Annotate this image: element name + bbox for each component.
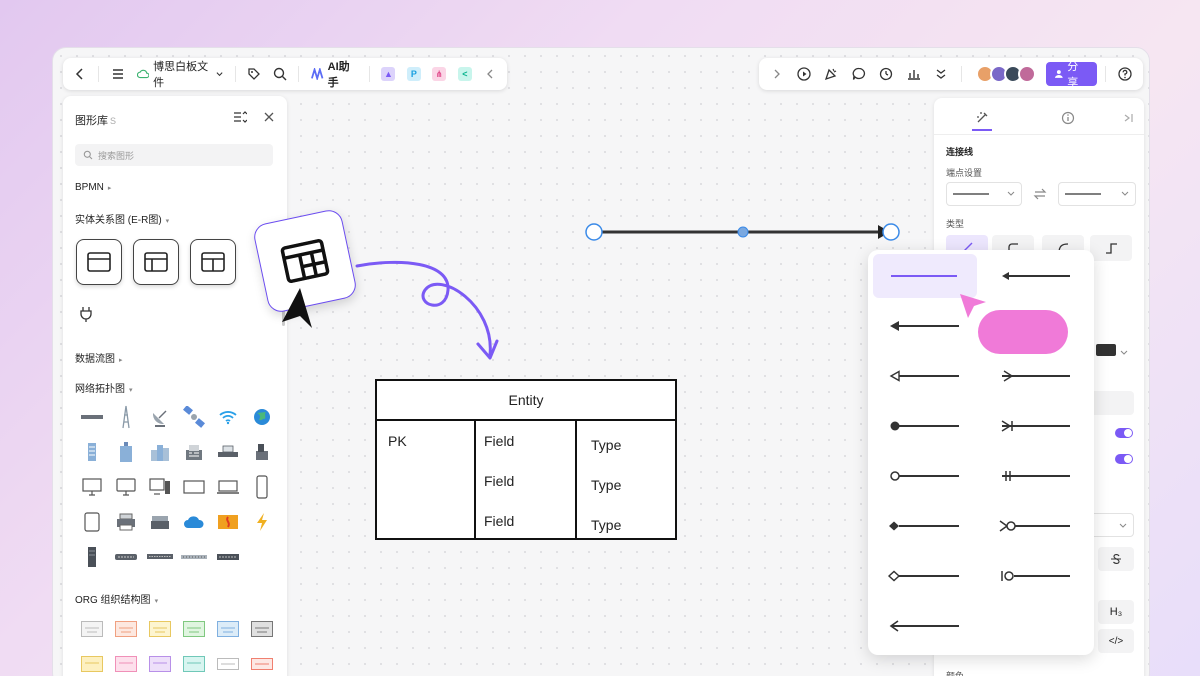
curved-arrow-head [476, 339, 499, 360]
table-icon [280, 239, 330, 283]
entity-pk[interactable]: PK [388, 433, 407, 449]
arrow-option-dot[interactable] [873, 404, 977, 448]
arrow-option-zero-one[interactable] [984, 554, 1088, 598]
arrow-option-thin-open[interactable] [873, 604, 977, 648]
end-handle[interactable] [882, 223, 900, 241]
entity-type[interactable]: Type [591, 517, 621, 533]
start-handle[interactable] [585, 223, 603, 241]
cursor-icon [282, 288, 312, 328]
arrow-option-open[interactable] [984, 254, 1088, 298]
entity-field[interactable]: Field [484, 433, 514, 449]
er-entity-shape[interactable] [76, 239, 122, 285]
arrow-option-diamond[interactable] [873, 504, 977, 548]
arrow-option-hollow-diamond[interactable] [873, 554, 977, 598]
entity-field[interactable]: Field [484, 473, 514, 489]
entity-title[interactable]: Entity [377, 381, 675, 421]
arrow-option-line-head[interactable] [984, 354, 1088, 398]
midpoint-handle[interactable] [737, 226, 749, 238]
entity-field[interactable]: Field [484, 513, 514, 529]
arrow-option-zero-many[interactable] [984, 504, 1088, 548]
entity-table[interactable]: Entity PK Field Field Field Type Type Ty… [375, 379, 677, 540]
arrow-option-circle[interactable] [873, 454, 977, 498]
arrow-option-hollow[interactable] [873, 354, 977, 398]
entity-type[interactable]: Type [591, 437, 621, 453]
collaborator-cursor-icon [960, 294, 986, 318]
er-entity-table-shape[interactable] [190, 239, 236, 285]
entity-type[interactable]: Type [591, 477, 621, 493]
arrow-option-one-many[interactable] [984, 404, 1088, 448]
er-entity-attr-shape[interactable] [133, 239, 179, 285]
collaborator-cursor-bubble [978, 310, 1068, 354]
curved-arrow [355, 260, 492, 357]
arrow-option-one-one[interactable] [984, 454, 1088, 498]
